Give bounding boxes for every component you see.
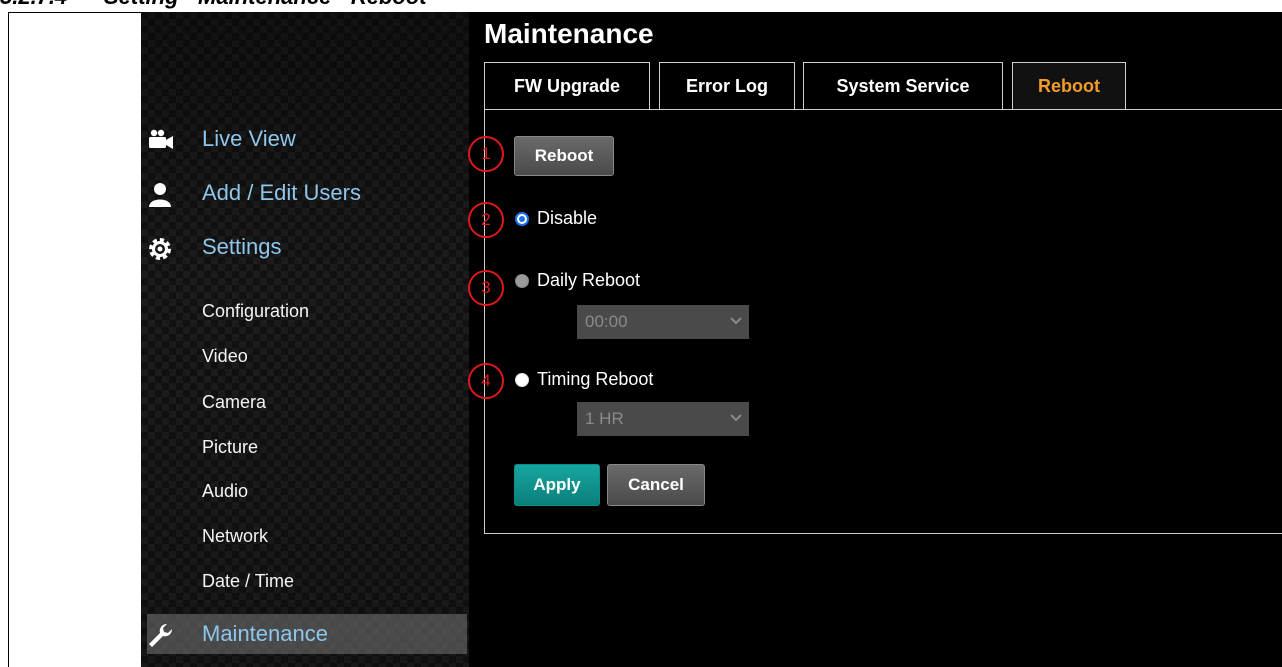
user-icon xyxy=(147,181,175,207)
reboot-button[interactable]: Reboot xyxy=(514,136,614,176)
callout-marker-3: 3 xyxy=(468,270,504,306)
sidebar-subitem-date-time[interactable]: Date / Time xyxy=(202,571,294,592)
timing-interval-value: 1 HR xyxy=(585,409,624,428)
callout-marker-4: 4 xyxy=(468,363,504,399)
disable-radio[interactable] xyxy=(515,212,529,226)
sidebar-item-maintenance[interactable]: Maintenance xyxy=(147,614,467,654)
callout-marker-1: 1 xyxy=(468,136,504,172)
apply-button[interactable]: Apply xyxy=(514,464,600,506)
web-ui: Live View Add / Edit Users Settings Conf… xyxy=(141,12,1282,667)
sidebar-item-label: Settings xyxy=(202,234,282,259)
cancel-button[interactable]: Cancel xyxy=(607,464,705,506)
daily-reboot-radio[interactable] xyxy=(515,274,529,288)
tab-system-service[interactable]: System Service xyxy=(803,62,1003,110)
sidebar-item-settings[interactable]: Settings xyxy=(141,227,469,267)
daily-reboot-label: Daily Reboot xyxy=(537,270,641,290)
daily-time-value: 00:00 xyxy=(585,312,628,331)
sidebar-item-add-edit-users[interactable]: Add / Edit Users xyxy=(141,173,469,213)
sidebar: Live View Add / Edit Users Settings Conf… xyxy=(141,12,469,667)
camera-icon xyxy=(147,127,175,153)
chevron-down-icon xyxy=(730,317,742,325)
sidebar-item-label: Live View xyxy=(202,126,296,151)
sidebar-subitem-camera[interactable]: Camera xyxy=(202,392,266,413)
sidebar-subitem-audio[interactable]: Audio xyxy=(202,481,248,502)
sidebar-item-label: Add / Edit Users xyxy=(202,180,361,205)
sidebar-subitem-network[interactable]: Network xyxy=(202,526,268,547)
tab-fw-upgrade[interactable]: FW Upgrade xyxy=(484,62,650,110)
timing-reboot-radio[interactable] xyxy=(515,373,529,387)
wrench-icon xyxy=(147,622,175,648)
daily-time-select[interactable]: 00:00 xyxy=(577,305,749,339)
gear-icon xyxy=(147,235,175,261)
sidebar-subitem-picture[interactable]: Picture xyxy=(202,437,258,458)
timing-interval-select[interactable]: 1 HR xyxy=(577,402,749,436)
page-title: Maintenance xyxy=(484,18,654,49)
sidebar-item-live-view[interactable]: Live View xyxy=(141,119,469,159)
document-section-heading: 5.2.7.4 Setting - Maintenance - Reboot xyxy=(0,0,1282,12)
tab-error-log[interactable]: Error Log xyxy=(659,62,795,110)
chevron-down-icon xyxy=(730,414,742,422)
sidebar-item-label: Maintenance xyxy=(202,621,328,646)
sidebar-subitem-video[interactable]: Video xyxy=(202,346,248,367)
timing-reboot-label: Timing Reboot xyxy=(537,369,654,389)
tab-reboot[interactable]: Reboot xyxy=(1012,62,1126,110)
sidebar-subitem-configuration[interactable]: Configuration xyxy=(202,301,309,322)
disable-label: Disable xyxy=(537,208,598,228)
callout-marker-2: 2 xyxy=(468,202,504,238)
